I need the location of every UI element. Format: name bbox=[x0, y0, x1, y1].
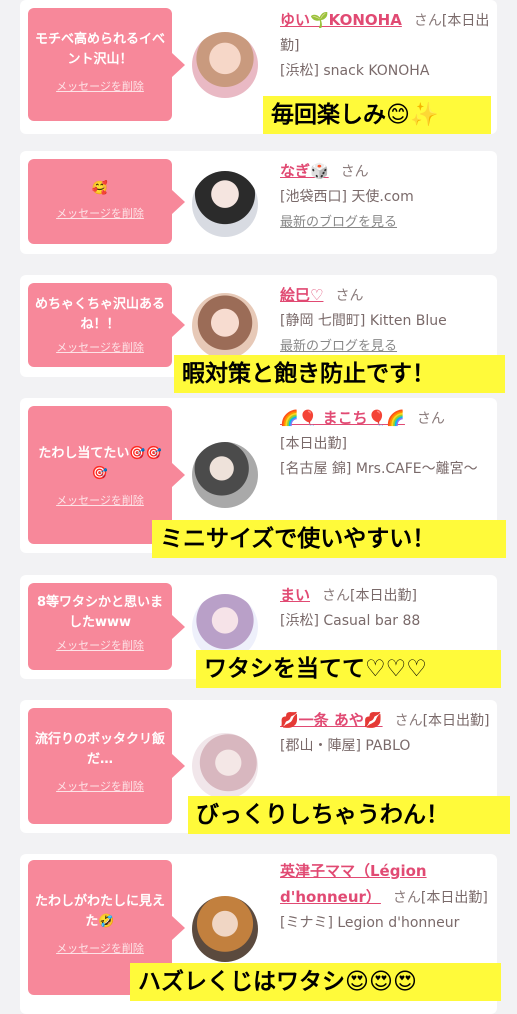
caption-overlay: ワタシを当てて♡♡♡ bbox=[196, 650, 501, 688]
avatar[interactable] bbox=[192, 293, 258, 359]
latest-blog-link[interactable]: 最新のブログを見る bbox=[280, 215, 397, 230]
cast-name-link[interactable]: 🌈🎈 まこち🎈🌈 bbox=[280, 409, 405, 427]
latest-blog-link[interactable]: 最新のブログを見る bbox=[280, 339, 397, 354]
shop-name: [ミナミ] Legion d'honneur bbox=[280, 915, 460, 931]
status: [本日出勤] bbox=[350, 588, 417, 604]
message-text: 流行りのボッタクリ飯だ… bbox=[34, 732, 165, 767]
message-card: 🥰 メッセージを削除 なぎ🎲 さん [池袋西口] 天使.com 最新のブログを見る bbox=[20, 151, 497, 254]
shop-name: [静岡 七間町] Kitten Blue bbox=[280, 313, 447, 329]
message-text: めちゃくちゃ沢山あるね！！ bbox=[34, 297, 165, 332]
shop-name: [浜松] snack KONOHA bbox=[280, 63, 430, 79]
avatar[interactable] bbox=[192, 442, 258, 508]
honorific: さん bbox=[394, 713, 423, 729]
honorific: さん bbox=[340, 164, 369, 180]
message-text: 8等ワタシかと思いましたwww bbox=[36, 595, 164, 630]
honorific: さん bbox=[416, 411, 445, 427]
delete-message-link[interactable]: メッセージを削除 bbox=[34, 778, 166, 794]
cast-name-link[interactable]: なぎ🎲 bbox=[280, 162, 329, 180]
message-bubble: 流行りのボッタクリ飯だ… メッセージを削除 bbox=[28, 708, 185, 824]
delete-message-link[interactable]: メッセージを削除 bbox=[34, 339, 166, 355]
delete-message-link[interactable]: メッセージを削除 bbox=[34, 637, 166, 653]
message-bubble: モチベ高められるイベント沢山！ メッセージを削除 bbox=[28, 8, 185, 121]
message-text: 🥰 bbox=[91, 181, 109, 196]
cast-info: まい さん[本日出勤] [浜松] Casual bar 88 bbox=[280, 583, 492, 634]
shop-name: [浜松] Casual bar 88 bbox=[280, 613, 421, 629]
caption-overlay: ミニサイズで使いやすい！ bbox=[152, 520, 506, 558]
delete-message-link[interactable]: メッセージを削除 bbox=[34, 492, 166, 508]
honorific: さん bbox=[392, 890, 421, 906]
message-bubble: めちゃくちゃ沢山あるね！！ メッセージを削除 bbox=[28, 283, 185, 367]
shop-name: [名古屋 錦] Mrs.CAFE〜離宮〜 bbox=[280, 461, 478, 477]
avatar[interactable] bbox=[192, 733, 258, 799]
cast-name-link[interactable]: まい bbox=[280, 586, 310, 604]
message-text: モチベ高められるイベント沢山！ bbox=[34, 32, 165, 67]
message-bubble: 🥰 メッセージを削除 bbox=[28, 159, 185, 244]
message-bubble: たわし当てたい🎯🎯🎯 メッセージを削除 bbox=[28, 406, 185, 544]
honorific: さん bbox=[322, 588, 351, 604]
honorific: さん bbox=[335, 288, 364, 304]
caption-overlay: びっくりしちゃうわん！ bbox=[188, 796, 510, 834]
shop-name: [郡山・陣屋] PABLO bbox=[280, 738, 411, 754]
delete-message-link[interactable]: メッセージを削除 bbox=[34, 940, 166, 956]
cast-info: 絵巳♡ さん [静岡 七間町] Kitten Blue 最新のブログを見る bbox=[280, 283, 492, 359]
cast-info: ゆい🌱KONOHA さん[本日出勤] [浜松] snack KONOHA bbox=[280, 8, 492, 84]
shop-name: [池袋西口] 天使.com bbox=[280, 189, 414, 205]
status: [本日出勤] bbox=[420, 890, 488, 906]
message-text: たわし当てたい🎯🎯🎯 bbox=[38, 446, 162, 481]
cast-name-link[interactable]: 絵巳♡ bbox=[280, 286, 323, 304]
avatar[interactable] bbox=[192, 896, 258, 962]
cast-name-link[interactable]: 💋一条 あや💋 bbox=[280, 711, 383, 729]
delete-message-link[interactable]: メッセージを削除 bbox=[34, 78, 166, 94]
caption-overlay: 毎回楽しみ😊✨ bbox=[263, 96, 491, 134]
cast-info: なぎ🎲 さん [池袋西口] 天使.com 最新のブログを見る bbox=[280, 159, 492, 235]
avatar[interactable] bbox=[192, 171, 258, 237]
status: [本日出勤] bbox=[280, 436, 347, 452]
cast-info: 💋一条 あや💋 さん[本日出勤] [郡山・陣屋] PABLO bbox=[280, 708, 492, 759]
honorific: さん bbox=[413, 13, 442, 29]
avatar[interactable] bbox=[192, 32, 258, 98]
status: [本日出勤] bbox=[422, 713, 490, 729]
message-bubble: 8等ワタシかと思いましたwww メッセージを削除 bbox=[28, 583, 185, 670]
caption-overlay: ハズレくじはワタシ😍😍😍 bbox=[130, 963, 501, 1001]
cast-info: 英津子ママ（Légion d'honneur） さん[本日出勤] [ミナミ] Le… bbox=[280, 859, 492, 936]
cast-name-link[interactable]: ゆい🌱KONOHA bbox=[280, 11, 402, 29]
delete-message-link[interactable]: メッセージを削除 bbox=[34, 205, 166, 221]
message-text: たわしがわたしに見えた🤣 bbox=[34, 894, 165, 929]
cast-info: 🌈🎈 まこち🎈🌈 さん [本日出勤] [名古屋 錦] Mrs.CAFE〜離宮〜 bbox=[280, 406, 492, 482]
caption-overlay: 暇対策と飽き防止です！ bbox=[174, 355, 505, 393]
